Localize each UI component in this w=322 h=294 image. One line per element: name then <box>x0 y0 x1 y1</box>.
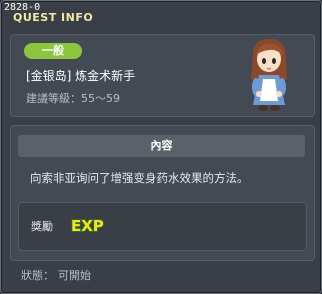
content-header: 內容 <box>18 135 305 157</box>
level-requirement: 建議等級：55～59 <box>26 92 120 105</box>
exp-icon: EXP <box>70 216 104 235</box>
exp-icon-text: EXP <box>71 217 104 235</box>
quest-info-window: 2828-0 QUEST INFO 一般 [金银岛] 炼金术新手 建議等級：55… <box>0 0 322 294</box>
npc-portrait-icon <box>251 39 287 111</box>
status-label: 狀態： <box>21 269 54 282</box>
quest-description: 向索非亚询问了增强变身药水效果的方法。 <box>30 171 249 185</box>
quest-name: [金银岛] 炼金术新手 <box>26 69 136 83</box>
reward-label: 獎勵 <box>31 220 53 233</box>
reward-box: 獎勵 EXP <box>18 202 307 251</box>
status-value: 可開始 <box>58 269 91 282</box>
quest-category-badge: 一般 <box>24 43 82 59</box>
quest-content-panel: 內容 向索非亚询问了增强变身药水效果的方法。 獎勵 EXP <box>10 125 315 261</box>
quest-summary-panel: 一般 [金银岛] 炼金术新手 建議等級：55～59 <box>10 34 315 117</box>
window-title: QUEST INFO <box>13 11 94 24</box>
quest-status: 狀態： 可開始 <box>21 267 95 283</box>
